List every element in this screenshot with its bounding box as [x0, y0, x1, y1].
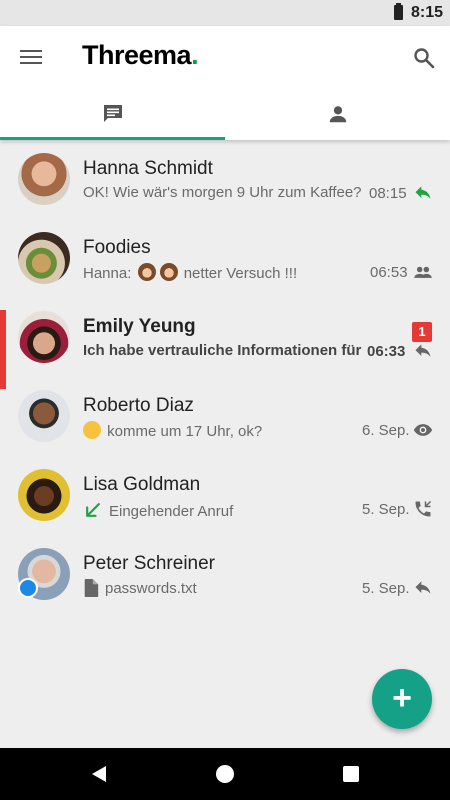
conversation-row[interactable]: Hanna Schmidt OK! Wie wär's morgen 9 Uhr…: [0, 145, 450, 224]
message-time: 6. Sep.: [362, 422, 410, 439]
contact-name: Lisa Goldman: [83, 474, 201, 495]
tab-indicator: [0, 137, 225, 140]
back-icon[interactable]: [90, 765, 108, 783]
message-preview: komme um 17 Uhr, ok?: [83, 421, 368, 440]
see-no-evil-monkey-icon: [159, 263, 178, 281]
tab-chats[interactable]: [0, 88, 225, 140]
conversation-row[interactable]: Foodies Hanna: netter Versuch !!! 06:53: [0, 224, 450, 303]
status-bar: 8:15: [0, 0, 450, 26]
tab-bar: [0, 88, 450, 140]
reply-icon: [415, 581, 431, 594]
message-preview: Ich habe vertrauliche Informationen für …: [83, 342, 365, 359]
recents-icon[interactable]: [343, 766, 359, 782]
file-icon: [84, 579, 99, 597]
avatar: [18, 153, 70, 205]
unread-count-badge: 1: [412, 322, 432, 342]
search-icon[interactable]: [412, 46, 436, 70]
avatar: [18, 469, 70, 521]
tab-contacts[interactable]: [225, 88, 450, 140]
app-bar: Threema.: [0, 26, 450, 140]
avatar: [18, 311, 70, 363]
message-time: 5. Sep.: [362, 580, 410, 597]
avatar: [18, 232, 70, 284]
reply-icon: [415, 186, 431, 199]
menu-icon[interactable]: [19, 46, 43, 68]
contact-name: Roberto Diaz: [83, 395, 194, 416]
see-no-evil-monkey-icon: [137, 263, 156, 281]
contact-name: Hanna Schmidt: [83, 158, 213, 179]
system-nav-bar: [0, 748, 450, 800]
reply-icon: [415, 344, 431, 357]
conversation-row[interactable]: Lisa Goldman Eingehender Anruf 5. Sep.: [0, 461, 450, 540]
conversation-row[interactable]: Roberto Diaz komme um 17 Uhr, ok? 6. Sep…: [0, 382, 450, 461]
message-time: 08:15: [369, 185, 407, 202]
message-time: 06:33: [367, 343, 406, 360]
conversation-row-unread[interactable]: Emily Yeung 1 Ich habe vertrauliche Info…: [0, 303, 450, 389]
avatar: [18, 390, 70, 442]
message-preview: passwords.txt: [83, 579, 368, 597]
message-time: 5. Sep.: [362, 501, 410, 518]
group-name: Foodies: [83, 237, 151, 258]
winking-face-icon: [83, 421, 101, 439]
chat-icon: [103, 105, 122, 122]
eye-icon: [413, 424, 433, 436]
home-icon[interactable]: [216, 765, 234, 783]
contact-name: Peter Schreiner: [83, 553, 216, 574]
contact-name: Emily Yeung: [83, 316, 196, 337]
briefcase-icon: [18, 578, 38, 598]
phone-callback-icon: [415, 500, 432, 517]
message-preview: Eingehender Anruf: [83, 500, 368, 520]
message-time: 06:53: [370, 264, 408, 281]
battery-icon: [394, 3, 403, 20]
add-icon: +: [392, 678, 412, 717]
message-preview: OK! Wie wär's morgen 9 Uhr zum Kaffee?: [83, 184, 362, 201]
new-chat-button[interactable]: +: [372, 669, 432, 729]
person-icon: [329, 106, 346, 123]
conversation-list: Hanna Schmidt OK! Wie wär's morgen 9 Uhr…: [0, 145, 450, 619]
conversation-row[interactable]: Peter Schreiner passwords.txt 5. Sep.: [0, 540, 450, 619]
app-logo: Threema.: [82, 40, 199, 70]
status-time: 8:15: [411, 4, 444, 21]
message-preview: Hanna: netter Versuch !!!: [83, 263, 298, 282]
incoming-call-arrow-icon: [86, 503, 100, 517]
group-icon: [414, 266, 432, 278]
